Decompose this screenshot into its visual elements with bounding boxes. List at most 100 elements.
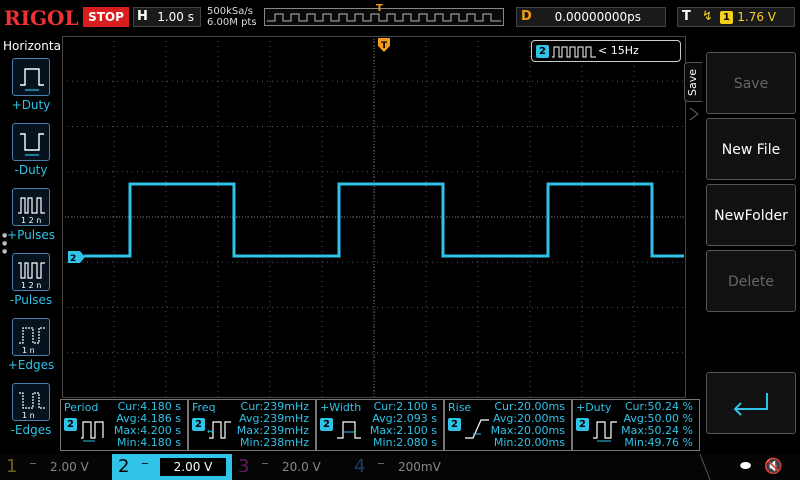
channel-number: 1 (6, 456, 18, 477)
rise-time-icon (465, 419, 489, 439)
usb-icon: ⬬ (740, 459, 752, 474)
frequency-icon: ↔ (207, 421, 231, 439)
delay-box[interactable]: D 0.00000000ps (516, 7, 666, 27)
new-folder-button[interactable]: NewFolder (706, 184, 796, 246)
min-value: Min:20.00ms (493, 436, 565, 449)
delete-button[interactable]: Delete (706, 250, 796, 312)
channel-status-bar: 1 ─ 2.00 V 2 ─ 2.00 V 3 ─ 20.0 V 4 ─ 200… (0, 454, 800, 480)
bar-divider (700, 454, 711, 480)
min-value: Min:49.76 % (624, 436, 693, 449)
coupling-icon: ─ (142, 459, 149, 470)
timebase-box[interactable]: H 1.00 s (133, 7, 201, 27)
signal-tag-text: < 15Hz (598, 44, 639, 57)
measure-negative-pulses[interactable]: 1 2 n -Pulses (6, 253, 58, 315)
rigol-logo: RIGOL (4, 6, 79, 30)
delay-value: 0.00000000ps (554, 10, 641, 24)
measurement-values: Cur:20.00ms Avg:20.00ms Max:20.00ms Min:… (491, 401, 565, 449)
measurement-name: +Duty (576, 401, 612, 414)
channel-scale: 200mV (398, 460, 441, 474)
timebase-label: H (137, 9, 148, 24)
memory-depth: 6.00M pts (207, 17, 257, 28)
positive-width-icon (337, 421, 361, 439)
negative-duty-icon (12, 123, 50, 161)
new-file-button[interactable]: New File (706, 118, 796, 180)
channel-number: 2 (118, 456, 130, 477)
timebase-value: 1.00 s (157, 10, 194, 24)
pulse-train-icon (552, 46, 596, 58)
channel-scale: 20.0 V (282, 460, 321, 474)
coupling-icon: ─ (30, 459, 37, 470)
channel-number: 4 (354, 456, 366, 477)
channel-badge: 2 (448, 418, 461, 431)
coupling-icon: ─ (262, 459, 269, 470)
svg-text:1 n: 1 n (22, 411, 35, 420)
min-value: Min:4.180 s (117, 436, 181, 449)
page-indicator-icon: ● ● ● (2, 232, 8, 255)
waveform-display[interactable] (62, 36, 686, 398)
measurement-values: Cur:2.100 s Avg:2.093 s Max:2.100 s Min:… (370, 401, 437, 449)
channel-4-indicator[interactable]: 4 ─ 200mV (348, 454, 464, 480)
signal-frequency-tag: 2 < 15Hz (531, 40, 681, 62)
trigger-edge-icon: ↯ (702, 9, 713, 24)
measure-positive-edges[interactable]: 1 n +Edges (6, 318, 58, 380)
memory-overview-strip (264, 8, 504, 26)
svg-text:1 2 n: 1 2 n (21, 216, 41, 225)
channel-badge: 2 (576, 418, 589, 431)
horizontal-measure-menu: Horizontal +Duty -Duty 1 2 n +Pulses 1 2… (0, 36, 64, 452)
channel-2-indicator[interactable]: 2 ─ 2.00 V (112, 454, 232, 480)
measure-label: -Edges (10, 423, 52, 437)
svg-text:T: T (381, 41, 388, 51)
positive-duty-icon (593, 421, 617, 442)
measurement-period[interactable]: Period 2 Cur:4.180 s Avg:4.186 s Max:4.2… (60, 399, 188, 451)
svg-text:↔: ↔ (207, 427, 214, 436)
trigger-label: T (682, 9, 691, 24)
channel-2-offset-marker[interactable]: 2 (68, 251, 86, 263)
svg-text:1 n: 1 n (22, 346, 35, 355)
speaker-muted-icon[interactable]: 🔇 (764, 457, 783, 475)
measure-negative-duty[interactable]: -Duty (6, 123, 58, 185)
positive-edges-icon: 1 n (12, 318, 50, 356)
memory-waveform-preview (267, 13, 501, 22)
measurement-positive-duty[interactable]: +Duty 2 Cur:50.24 % Avg:50.00 % Max:50.2… (572, 399, 700, 451)
trigger-box[interactable]: T ↯ 1 1.76 V (677, 7, 795, 27)
measure-positive-pulses[interactable]: 1 2 n +Pulses (6, 188, 58, 250)
measure-label: +Duty (11, 98, 51, 112)
channel-badge: 2 (536, 45, 549, 58)
save-button[interactable]: Save (706, 52, 796, 114)
delay-label: D (521, 9, 532, 24)
trigger-position-icon[interactable]: T (378, 38, 390, 56)
channel-3-indicator[interactable]: 3 ─ 20.0 V (232, 454, 348, 480)
measurement-frequency[interactable]: Freq 2 ↔ Cur:239mHz Avg:239mHz Max:239mH… (188, 399, 316, 451)
trigger-level: 1.76 V (737, 10, 776, 24)
channel-badge: 2 (64, 418, 77, 431)
measurement-values: Cur:4.180 s Avg:4.186 s Max:4.200 s Min:… (114, 401, 181, 449)
negative-edges-icon: 1 n (12, 383, 50, 421)
trigger-channel-badge: 1 (720, 11, 733, 24)
positive-duty-icon (12, 58, 50, 96)
channel-scale: 2.00 V (160, 458, 226, 476)
measure-label: -Pulses (9, 293, 53, 307)
measure-label: +Pulses (7, 228, 55, 242)
channel-badge: 2 (192, 418, 205, 431)
channel-1-indicator[interactable]: 1 ─ 2.00 V (0, 454, 112, 480)
measurement-positive-width[interactable]: +Width 2 Cur:2.100 s Avg:2.093 s Max:2.1… (316, 399, 444, 451)
measure-negative-edges[interactable]: 1 n -Edges (6, 383, 58, 445)
channel-badge: 2 (320, 418, 333, 431)
measure-label: -Duty (14, 163, 48, 177)
sample-rate: 500kSa/s (207, 6, 253, 17)
menu-title: Horizontal (3, 39, 65, 53)
measurement-name: Period (64, 401, 99, 414)
measure-positive-duty[interactable]: +Duty (6, 58, 58, 120)
measurement-rise-time[interactable]: Rise 2 Cur:20.00ms Avg:20.00ms Max:20.00… (444, 399, 572, 451)
trigger-position-marker-icon: T (376, 3, 383, 14)
channel-number: 3 (238, 456, 250, 477)
channel-marker-label: 2 (70, 254, 76, 263)
coupling-icon: ─ (378, 459, 385, 470)
negative-pulses-icon: 1 2 n (12, 253, 50, 291)
measurement-name: Rise (448, 401, 472, 414)
save-menu-tab[interactable]: Save (684, 62, 702, 102)
tab-pointer-icon (690, 108, 699, 120)
measurement-values: Cur:50.24 % Avg:50.00 % Max:50.24 % Min:… (621, 401, 693, 449)
enter-button[interactable] (706, 372, 796, 434)
run-stop-indicator[interactable]: STOP (83, 7, 129, 27)
